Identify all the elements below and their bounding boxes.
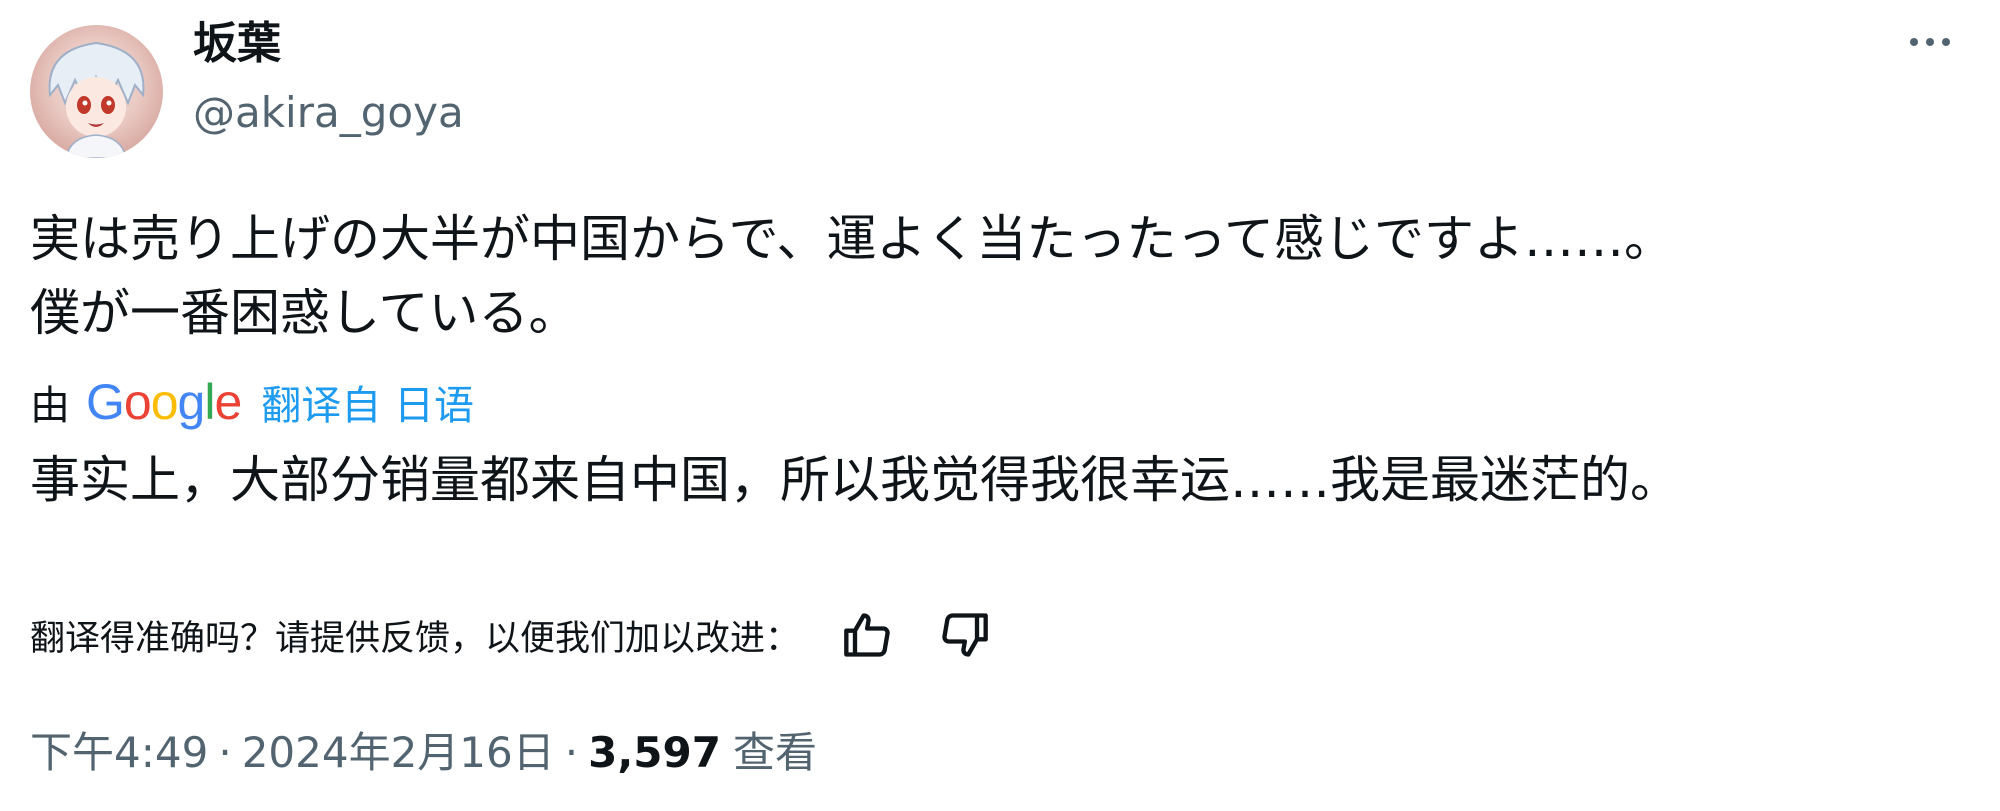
more-icon-dot bbox=[1926, 38, 1934, 46]
views-label: 查看 bbox=[732, 728, 817, 777]
translated-text: 事实上，大部分销量都来自中国，所以我觉得我很幸运……我是最迷茫的。 bbox=[30, 451, 1680, 509]
translation-feedback: 翻译得准确吗？请提供反馈，以便我们加以改进： bbox=[30, 605, 1030, 665]
avatar-illustration bbox=[48, 41, 145, 158]
meta-separator: · bbox=[218, 728, 232, 777]
tweet-date[interactable]: 2024年2月16日 bbox=[242, 728, 555, 777]
thumbs-down-icon bbox=[942, 613, 988, 657]
tweet-meta: 下午4:49 · 2024年2月16日 · 3,597 查看 bbox=[30, 720, 817, 786]
author-display-name[interactable]: 坂葉 bbox=[193, 12, 281, 76]
more-options-button[interactable] bbox=[1895, 20, 1965, 64]
author-handle[interactable]: @akira_goya bbox=[193, 83, 464, 143]
avatar[interactable] bbox=[30, 25, 163, 158]
views-count: 3,597 bbox=[588, 728, 721, 777]
thumbs-down-button[interactable] bbox=[934, 605, 994, 665]
translation-by-label: 由 bbox=[30, 383, 70, 429]
tweet-original-text: 実は売り上げの大半が中国からで、運よく当たったって感じですよ……。 僕が一番困惑… bbox=[30, 202, 1970, 350]
meta-separator: · bbox=[564, 728, 579, 777]
more-icon-dot bbox=[1942, 38, 1950, 46]
thumbs-up-icon bbox=[844, 613, 890, 657]
google-logo: Google bbox=[86, 374, 242, 430]
feedback-prompt: 翻译得准确吗？请提供反馈，以便我们加以改进： bbox=[30, 618, 801, 659]
tweet-time[interactable]: 下午4:49 bbox=[30, 728, 208, 777]
thumbs-up-button[interactable] bbox=[838, 605, 898, 665]
more-horizontal-icon bbox=[1910, 38, 1918, 46]
translated-from-link[interactable]: 翻译自 日语 bbox=[261, 373, 474, 431]
tweet-line: 実は売り上げの大半が中国からで、運よく当たったって感じですよ……。 bbox=[30, 210, 1674, 268]
tweet-line: 僕が一番困惑している。 bbox=[30, 284, 579, 342]
translation-attribution: 由 Google 翻译自 日语 bbox=[30, 372, 474, 432]
